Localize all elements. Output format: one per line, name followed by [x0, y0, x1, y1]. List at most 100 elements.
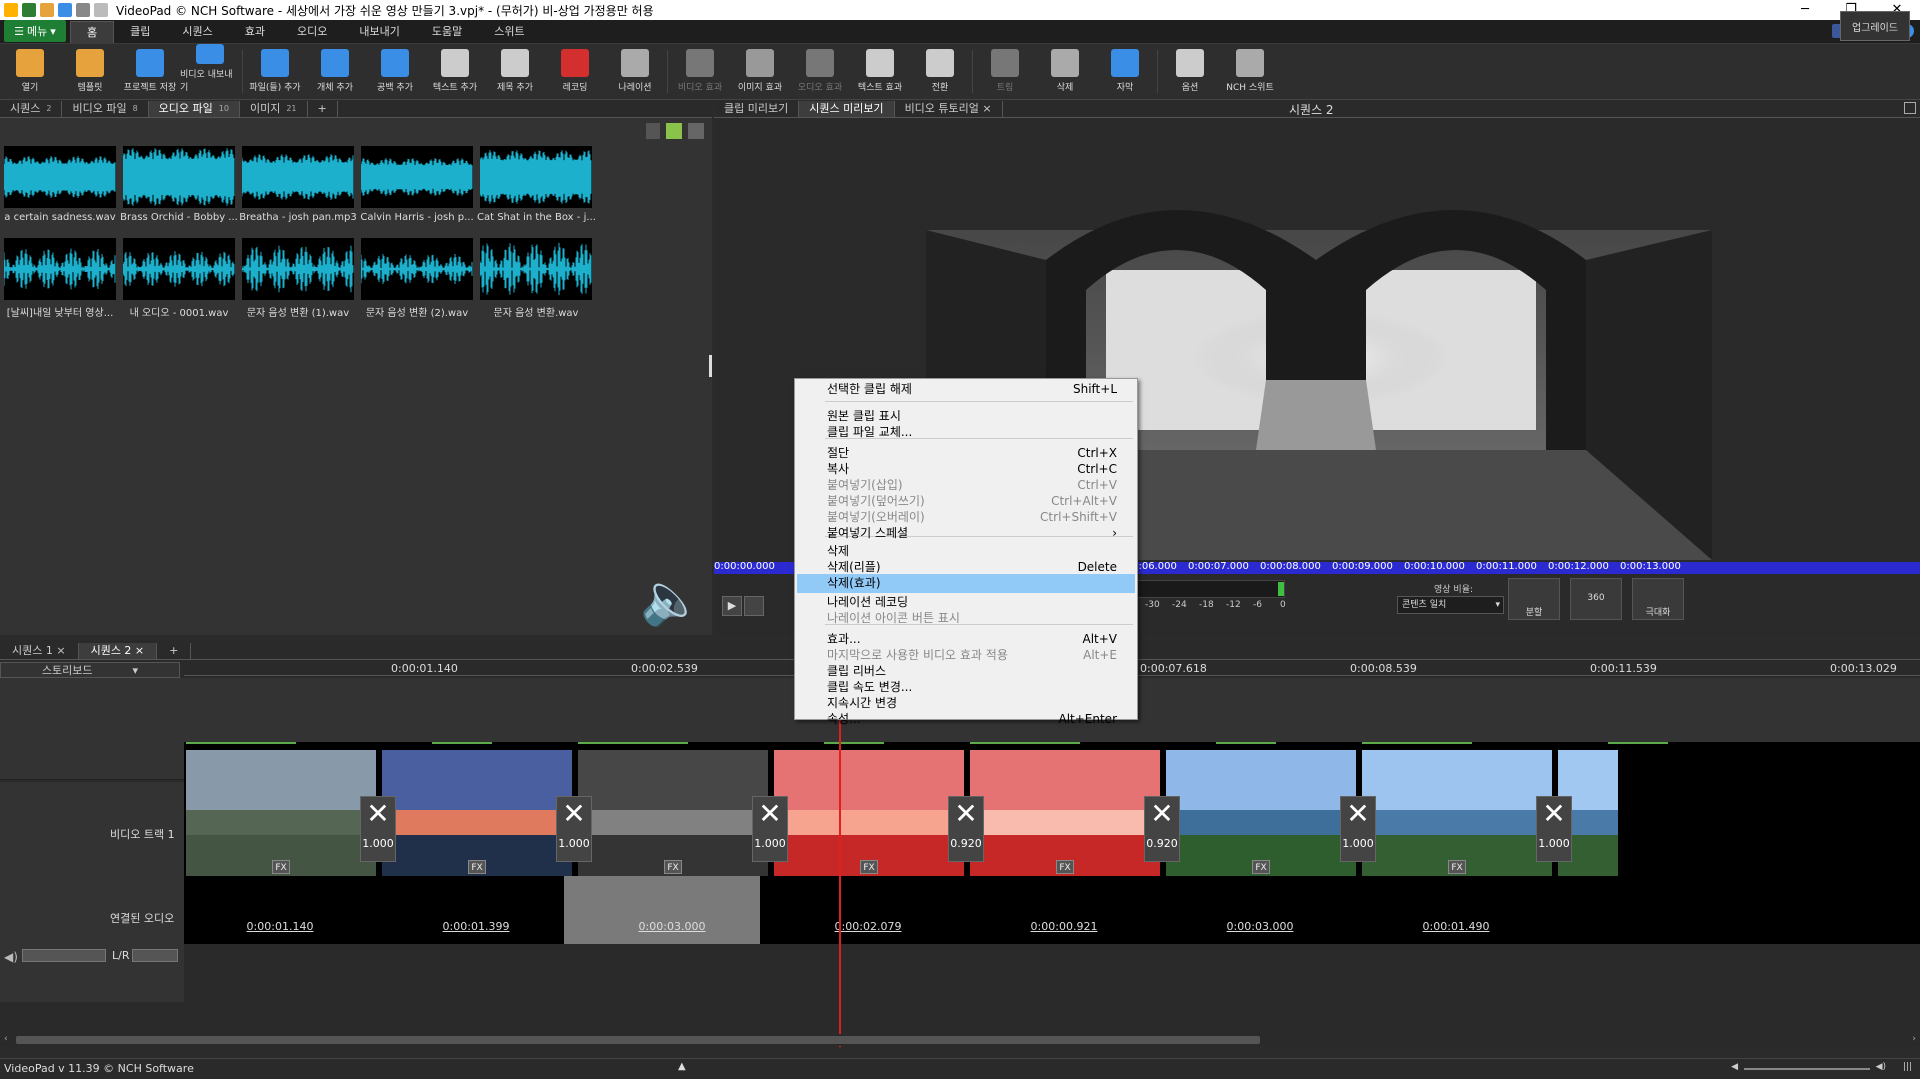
context-menu-item[interactable]: 선택한 클립 해제 Shift+L [797, 380, 1135, 399]
storyboard-toggle[interactable]: 스토리보드 ▾ [0, 662, 180, 678]
clip-duration-label[interactable]: 0:00:03.000 [574, 920, 770, 933]
tab-video-tutorial[interactable]: 비디오 튜토리얼 × [895, 101, 1003, 117]
timeline-clip[interactable] [1362, 750, 1552, 876]
toolbar-button-7[interactable]: 텍스트 추가 [425, 44, 485, 99]
clip-duration-label[interactable]: 0:00:00.921 [966, 920, 1162, 933]
media-tab-2[interactable]: 오디오 파일 10 [148, 101, 240, 117]
tab-sequence-preview[interactable]: 시퀀스 미리보기 [799, 101, 895, 117]
media-tab-1[interactable]: 비디오 파일 8 [62, 101, 149, 117]
panel-splitter[interactable] [709, 355, 712, 377]
aspect-select[interactable]: 콘텐츠 일치 ▾ [1397, 596, 1504, 614]
list-view-icon[interactable] [688, 123, 704, 139]
trash-icon[interactable] [646, 123, 660, 139]
tab-sequence-2[interactable]: 시퀀스 2 × [78, 643, 158, 659]
timeline-clip[interactable] [774, 750, 964, 876]
main-menu-button[interactable]: ☰ 메뉴 ▾ [4, 20, 66, 42]
toolbar-button-19[interactable]: 옵션 [1160, 44, 1220, 99]
upgrade-button[interactable]: 업그레이드 [1840, 11, 1910, 41]
timeline-clip[interactable] [186, 750, 376, 876]
tab-sequence-1[interactable]: 시퀀스 1 × [0, 643, 79, 659]
transition-block[interactable]: ✕ 1.000 [1536, 796, 1572, 862]
transition-block[interactable]: ✕ 1.000 [1340, 796, 1376, 862]
toolbar-button-6[interactable]: 공백 추가 [365, 44, 425, 99]
media-item[interactable] [480, 238, 592, 300]
fx-badge[interactable]: FX [272, 860, 290, 874]
fx-badge[interactable]: FX [1448, 860, 1466, 874]
transition-block[interactable]: ✕ 1.000 [752, 796, 788, 862]
undock-icon[interactable] [1904, 102, 1916, 114]
tab-home[interactable]: 홈 [70, 21, 115, 43]
timeline-clip[interactable] [382, 750, 572, 876]
media-item[interactable] [123, 146, 235, 208]
toolbar-button-1[interactable]: 템플릿 [60, 44, 120, 99]
split-button[interactable]: 분할 [1508, 578, 1560, 620]
open-icon[interactable] [40, 3, 54, 17]
tab-sequence[interactable]: 시퀀스 [166, 21, 228, 43]
clip-duration-label[interactable]: 0:00:02.079 [770, 920, 966, 933]
media-item[interactable] [123, 238, 235, 300]
clip-duration-label[interactable]: 0:00:01.399 [378, 920, 574, 933]
toolbar-button-18[interactable]: 자막 [1095, 44, 1155, 99]
clip-duration-label[interactable]: 0:00:01.490 [1358, 920, 1554, 933]
media-item[interactable] [361, 238, 473, 300]
tab-effects[interactable]: 효과 [229, 21, 281, 43]
media-item[interactable] [4, 238, 116, 300]
media-item[interactable] [361, 146, 473, 208]
tab-audio[interactable]: 오디오 [281, 21, 343, 43]
context-menu-item[interactable]: 클립 파일 교체... [797, 423, 1135, 442]
toolbar-button-17[interactable]: 삭제 [1035, 44, 1095, 99]
loop-icon[interactable] [744, 596, 764, 616]
fx-badge[interactable]: FX [1252, 860, 1270, 874]
timeline-clip[interactable] [578, 750, 768, 876]
context-menu-item[interactable]: 속성... Alt+Enter [797, 710, 1135, 729]
toolbar-button-13[interactable]: 오디오 효과 [790, 44, 850, 99]
panel-toggle-icon[interactable]: ▲ [678, 1061, 686, 1072]
toolbar-button-15[interactable]: 전환 [910, 44, 970, 99]
scroll-thumb[interactable] [16, 1036, 1260, 1044]
fx-badge[interactable]: FX [664, 860, 682, 874]
minimize-button[interactable]: ─ [1782, 0, 1828, 20]
toolbar-button-16[interactable]: 트림 [975, 44, 1035, 99]
media-item[interactable] [480, 146, 592, 208]
tab-clip[interactable]: 클립 [114, 21, 166, 43]
zoom-in-icon[interactable]: ◀) [1876, 1062, 1886, 1072]
timeline-scrollbar[interactable]: ‹ › [0, 1034, 1920, 1046]
transition-block[interactable]: ✕ 0.920 [1144, 796, 1180, 862]
context-menu-item[interactable]: 나레이션 아이콘 버튼 표시 [797, 609, 1135, 628]
add-sequence-tab[interactable]: + [157, 643, 192, 659]
transition-block[interactable]: ✕ 1.000 [360, 796, 396, 862]
media-item[interactable] [4, 146, 116, 208]
toolbar-button-8[interactable]: 제목 추가 [485, 44, 545, 99]
context-menu-item[interactable]: 삭제(효과) [797, 574, 1135, 593]
selected-clip-audio[interactable] [564, 876, 760, 944]
tab-help[interactable]: 도움말 [416, 21, 478, 43]
undo-icon[interactable] [76, 3, 90, 17]
media-tab-4[interactable]: + [308, 101, 338, 117]
toolbar-button-3[interactable]: 비디오 내보내기 [180, 44, 240, 99]
play-button[interactable]: ▶ [722, 596, 742, 616]
add-folder-icon[interactable] [666, 123, 682, 139]
toolbar-button-12[interactable]: 이미지 효과 [730, 44, 790, 99]
toolbar-button-5[interactable]: 개체 추가 [305, 44, 365, 99]
media-tab-3[interactable]: 이미지 21 [240, 101, 308, 117]
media-item[interactable] [242, 146, 354, 208]
fx-badge[interactable]: FX [468, 860, 486, 874]
video-track[interactable]: FX FX FX FX FX FX FX ✕ 1.000 ✕ 1.000 ✕ 1.000 ✕ 0.920 ✕ 0… [184, 742, 1920, 944]
toolbar-button-11[interactable]: 비디오 효과 [670, 44, 730, 99]
track-volume-icon[interactable]: ◀) [4, 950, 18, 964]
pan-slider[interactable] [132, 949, 178, 962]
redo-icon[interactable] [94, 3, 108, 17]
meter-icon[interactable]: ||| [1903, 1062, 1912, 1072]
timeline-clip[interactable] [970, 750, 1160, 876]
timeline-clip[interactable] [1166, 750, 1356, 876]
media-tab-0[interactable]: 시퀀스 2 [0, 101, 63, 117]
maximize-button[interactable]: 극대화 [1632, 578, 1684, 620]
transition-block[interactable]: ✕ 0.920 [948, 796, 984, 862]
toolbar-button-0[interactable]: 열기 [0, 44, 60, 99]
scroll-right-icon[interactable]: › [1912, 1034, 1916, 1044]
zoom-out-icon[interactable]: ◀ [1731, 1062, 1738, 1072]
scroll-left-icon[interactable]: ‹ [4, 1034, 8, 1044]
zoom-slider[interactable] [1744, 1068, 1870, 1070]
toolbar-button-14[interactable]: 텍스트 효과 [850, 44, 910, 99]
track-volume-slider[interactable] [22, 949, 106, 962]
